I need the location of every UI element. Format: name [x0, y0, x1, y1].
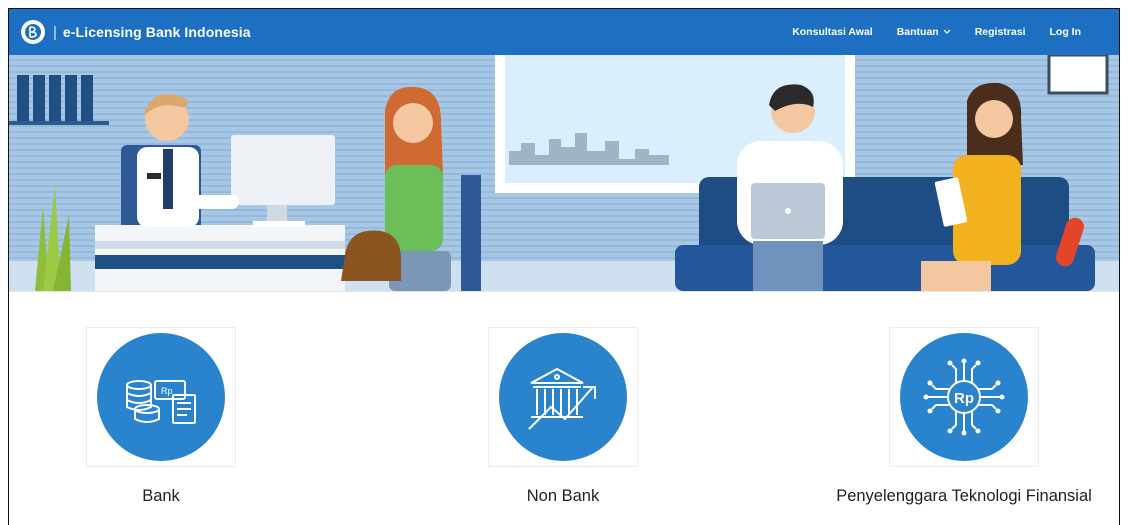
category-fintech-label: Penyelenggara Teknologi Finansial [836, 487, 1092, 505]
nav-registrasi[interactable]: Registrasi [975, 26, 1026, 38]
category-bank-label: Bank [142, 487, 180, 505]
nav-log-in[interactable]: Log In [1050, 26, 1082, 38]
bank-coins-documents-icon: Rp [126, 380, 196, 424]
nav-konsultasi-awal-label: Konsultasi Awal [792, 26, 873, 38]
rupiah-circuit-icon: Rp [923, 358, 1005, 436]
top-navbar: | e-Licensing Bank Indonesia Konsultasi … [9, 9, 1119, 55]
nav-konsultasi-awal[interactable]: Konsultasi Awal [792, 26, 873, 38]
brand-separator: | [53, 23, 57, 41]
chevron-down-icon [943, 29, 951, 34]
page-frame: | e-Licensing Bank Indonesia Konsultasi … [8, 8, 1120, 525]
category-bank[interactable]: Rp Bank [76, 327, 246, 506]
hero-divider [9, 291, 1119, 292]
bank-indonesia-logo-icon [21, 20, 45, 44]
nav-bantuan-dropdown[interactable]: Bantuan [897, 26, 951, 38]
category-fintech-card: Rp [889, 327, 1039, 467]
brand-name: e-Licensing Bank Indonesia [62, 24, 251, 40]
category-non-bank-card [488, 327, 638, 467]
nav-log-in-label: Log In [1049, 26, 1082, 38]
building-growth-chart-icon [528, 367, 596, 430]
fintech-icon-text: Rp [954, 390, 974, 407]
category-bank-card: Rp [86, 327, 236, 467]
nav-bantuan-label: Bantuan [896, 26, 939, 38]
nav-links: Konsultasi Awal Bantuan Registrasi Log I… [792, 9, 1119, 55]
category-non-bank[interactable]: Non Bank [478, 327, 648, 506]
category-fintech[interactable]: Rp Penyelenggara Teknologi Finansial [836, 327, 1092, 506]
nav-registrasi-label: Registrasi [974, 26, 1026, 38]
category-non-bank-label: Non Bank [526, 487, 600, 505]
category-non-bank-circle [499, 333, 627, 461]
category-bank-circle: Rp [97, 333, 225, 461]
svg-text:Rp: Rp [161, 386, 173, 396]
category-fintech-circle: Rp [900, 333, 1028, 461]
hero-office-illustration [9, 55, 1119, 291]
brand-home-link[interactable]: | e-Licensing Bank Indonesia [21, 20, 251, 44]
hero-banner-illustration [9, 55, 1119, 291]
